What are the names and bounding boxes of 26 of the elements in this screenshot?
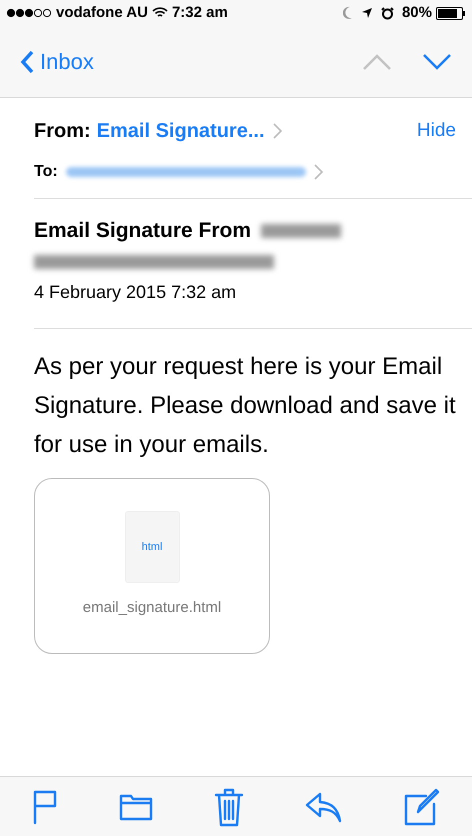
hide-button[interactable]: Hide <box>416 116 456 146</box>
trash-icon[interactable] <box>214 786 244 826</box>
from-label: From: <box>34 119 91 144</box>
sender-name[interactable]: Email Signature... <box>96 116 264 146</box>
moon-icon <box>342 6 353 20</box>
flag-icon[interactable] <box>32 788 58 824</box>
compose-icon[interactable] <box>404 788 440 826</box>
message-body: As per your request here is your Email Signature. Please download and save it for use in your emails. <box>34 352 457 460</box>
clock-time: 7:32 am <box>172 2 228 23</box>
to-label: To: <box>34 162 58 182</box>
battery-percent: 80% <box>402 2 432 23</box>
file-type: html <box>142 540 162 555</box>
date-text: 4 February 2015 7:32 am <box>34 280 238 304</box>
chevron-icon <box>272 123 282 139</box>
wifi-icon <box>152 7 168 19</box>
subject-text: Email Signature From <box>34 218 252 244</box>
back-chevron-icon <box>20 50 34 74</box>
alarm-icon <box>380 6 394 20</box>
file-name: email_signature.html <box>82 598 222 618</box>
attachment-card[interactable]: html email_signature.html <box>34 478 270 654</box>
chevron-icon <box>314 164 323 180</box>
location-icon <box>360 7 373 19</box>
carrier-name: vodafone AU <box>56 2 148 23</box>
battery-icon <box>436 6 466 20</box>
back-button[interactable]: Inbox <box>20 45 94 78</box>
signal-icon <box>6 8 52 18</box>
